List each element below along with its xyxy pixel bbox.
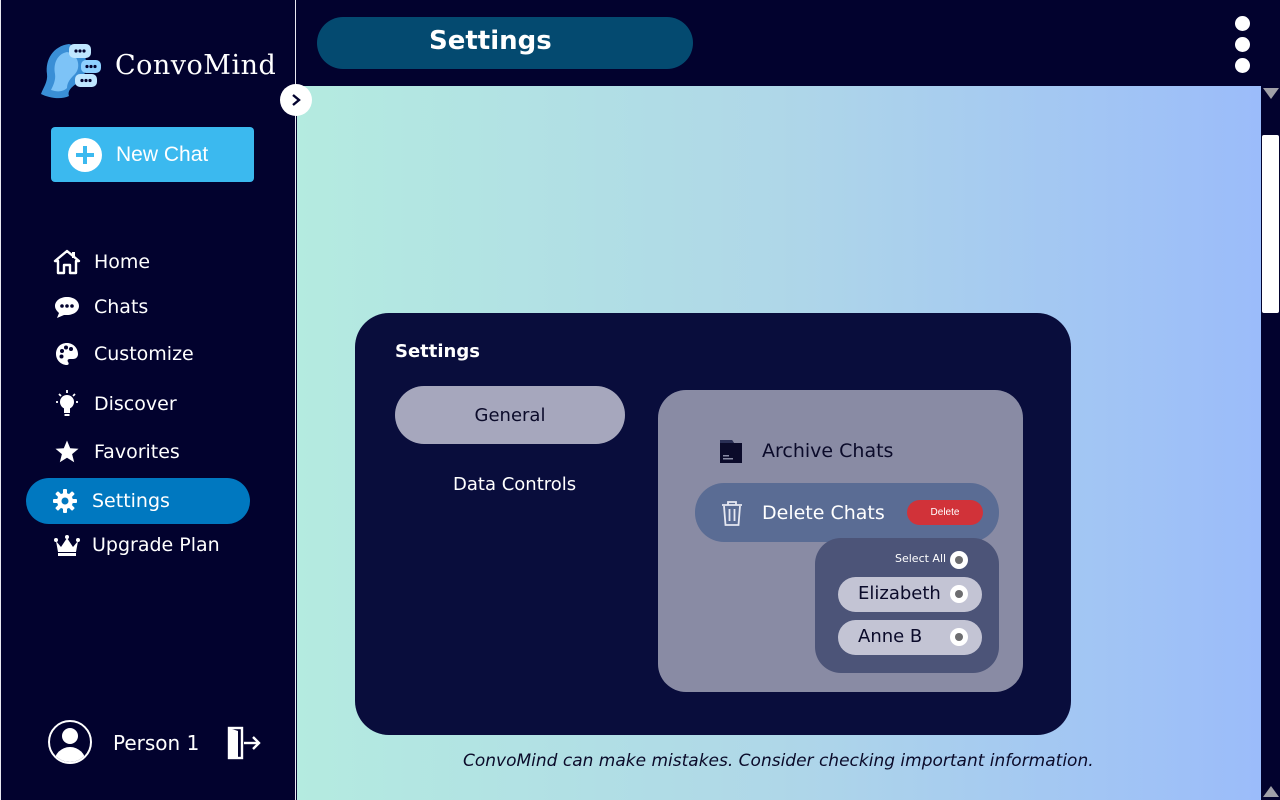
delete-button[interactable]: Delete [907, 500, 983, 525]
chevron-right-icon [292, 94, 301, 106]
collapse-sidebar-button[interactable] [280, 84, 312, 116]
select-all-radio[interactable] [950, 551, 968, 569]
sidebar-item-label: Favorites [94, 441, 180, 463]
more-options-icon[interactable] [1232, 16, 1252, 73]
scroll-down-arrow-icon[interactable] [1263, 786, 1279, 797]
sidebar: ConvoMind New Chat Home Chats Customize … [0, 0, 296, 800]
new-chat-button[interactable]: New Chat [51, 127, 254, 182]
logo-text: ConvoMind [115, 50, 277, 81]
tab-general[interactable]: General [395, 386, 625, 444]
tab-data-controls[interactable]: Data Controls [453, 474, 576, 495]
user-profile[interactable]: Person 1 [48, 720, 268, 766]
sidebar-item-label: Home [94, 251, 151, 273]
logo-icon [41, 44, 101, 99]
chat-select-radio[interactable] [950, 585, 968, 603]
trash-icon [722, 500, 742, 526]
list-item[interactable]: Elizabeth [838, 577, 982, 612]
page-title-pill: Settings [317, 17, 693, 69]
logout-icon[interactable] [226, 726, 262, 760]
chat-selection-list: Select All Elizabeth Anne B [815, 538, 999, 673]
crown-icon [51, 529, 83, 561]
scrollbar-thumb[interactable] [1262, 135, 1279, 313]
sidebar-item-discover[interactable]: Discover [51, 386, 177, 422]
delete-chats-option[interactable]: Delete Chats Delete [695, 483, 999, 542]
select-all-label: Select All [895, 552, 947, 565]
sidebar-item-favorites[interactable]: Favorites [51, 434, 180, 470]
scroll-up-arrow-icon[interactable] [1263, 88, 1279, 99]
sidebar-item-label: Settings [92, 490, 170, 512]
gear-icon [52, 485, 78, 517]
chat-bubble-icon [51, 291, 83, 323]
sidebar-item-upgrade-plan[interactable]: Upgrade Plan [51, 527, 220, 563]
sidebar-item-chats[interactable]: Chats [51, 289, 148, 325]
new-chat-label: New Chat [116, 142, 209, 166]
modal-title: Settings [395, 341, 480, 362]
sidebar-item-customize[interactable]: Customize [51, 336, 194, 372]
sidebar-item-label: Customize [94, 343, 194, 365]
sidebar-item-settings[interactable]: Settings [26, 478, 250, 524]
header: Settings [297, 0, 1280, 86]
logo: ConvoMind [39, 38, 276, 104]
user-name: Person 1 [113, 731, 200, 755]
lightbulb-icon [51, 388, 83, 420]
plus-icon [68, 137, 102, 172]
palette-icon [51, 338, 83, 370]
settings-panel: Archive Chats Delete Chats Delete Select… [658, 390, 1023, 692]
sidebar-item-label: Upgrade Plan [92, 534, 220, 556]
disclaimer-text: ConvoMind can make mistakes. Consider ch… [463, 751, 1094, 771]
settings-modal: Settings General Data Controls Archive C… [355, 313, 1071, 735]
archive-chats-option[interactable]: Archive Chats [718, 434, 893, 468]
page-title: Settings [429, 26, 552, 56]
archive-chats-label: Archive Chats [762, 440, 894, 462]
star-icon [51, 436, 83, 468]
home-icon [51, 246, 83, 278]
chat-select-radio[interactable] [950, 628, 968, 646]
archive-icon [720, 440, 742, 463]
sidebar-item-home[interactable]: Home [51, 244, 150, 280]
chat-name: Anne B [858, 626, 923, 647]
sidebar-item-label: Chats [94, 296, 149, 318]
chat-name: Elizabeth [858, 583, 941, 604]
sidebar-item-label: Discover [94, 393, 177, 415]
list-item[interactable]: Anne B [838, 620, 982, 655]
avatar[interactable] [48, 720, 92, 764]
delete-chats-label: Delete Chats [762, 501, 885, 524]
